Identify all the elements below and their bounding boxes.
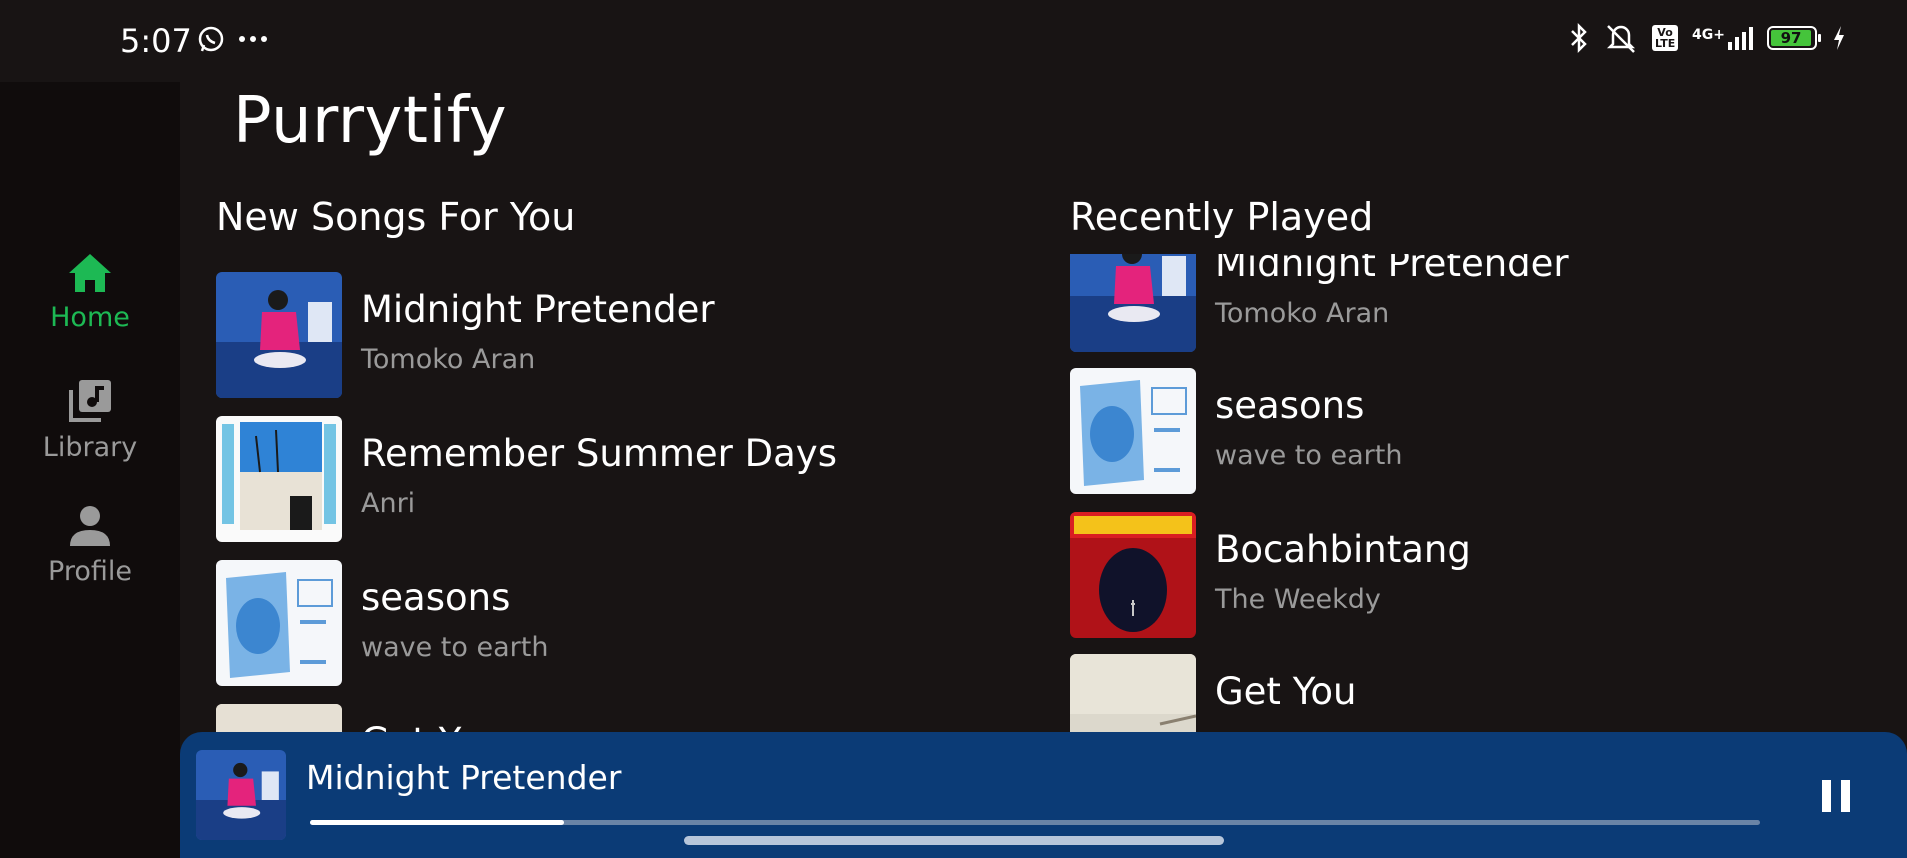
song-artist: Tomoko Aran <box>361 344 536 375</box>
sidebar-item-home[interactable]: Home <box>0 252 180 333</box>
song-title: Get You <box>361 720 502 732</box>
profile-icon <box>70 506 110 546</box>
album-cover <box>1070 368 1196 494</box>
sidebar-item-label: Library <box>42 432 138 463</box>
mute-bell-icon <box>1607 25 1636 53</box>
album-cover <box>1070 654 1196 732</box>
battery-level: 97 <box>1771 30 1811 47</box>
recently-played-title: Recently Played <box>1070 195 1374 239</box>
song-title: Bocahbintang <box>1215 528 1471 571</box>
player-song-title: Midnight Pretender <box>306 758 622 797</box>
battery-icon: 97 <box>1767 26 1821 50</box>
list-item[interactable]: seasons wave to earth <box>1070 368 1830 494</box>
status-time: 5:07 <box>120 22 192 60</box>
list-item[interactable]: Get You <box>216 704 976 732</box>
song-title: seasons <box>361 576 511 619</box>
progress-fill <box>310 820 564 825</box>
song-title: Midnight Pretender <box>1215 254 1569 285</box>
song-title: Midnight Pretender <box>361 288 715 331</box>
album-cover <box>216 416 342 542</box>
album-cover <box>216 704 342 732</box>
song-artist: wave to earth <box>1215 440 1403 471</box>
whatsapp-icon <box>198 26 224 52</box>
network-label: 4G+ <box>1692 26 1725 43</box>
song-title: Remember Summer Days <box>361 432 837 475</box>
album-cover <box>1070 512 1196 638</box>
signal-4g-icon: 4G+ <box>1692 26 1753 50</box>
list-item[interactable]: seasons wave to earth <box>216 560 976 686</box>
album-cover <box>1070 254 1196 352</box>
recently-played-list: Midnight Pretender Tomoko Aran seasons w… <box>1070 254 1830 732</box>
song-artist: Tomoko Aran <box>1215 298 1390 329</box>
album-cover <box>216 560 342 686</box>
sidebar-item-library[interactable]: Library <box>0 378 180 463</box>
player-album-cover <box>196 750 286 840</box>
app-title: Purrytify <box>233 84 508 158</box>
song-artist: Anri <box>361 488 416 519</box>
song-title: Get You <box>1215 670 1357 713</box>
new-songs-list: Midnight Pretender Tomoko Aran Remember … <box>216 272 976 732</box>
song-artist: wave to earth <box>361 632 549 663</box>
status-left-icons <box>196 24 268 54</box>
sidebar-nav: Home Library Profile <box>0 82 180 858</box>
song-title: seasons <box>1215 384 1365 427</box>
sidebar-item-profile[interactable]: Profile <box>0 504 180 587</box>
song-artist: The Weekdy <box>1215 584 1381 615</box>
new-songs-title: New Songs For You <box>216 195 576 239</box>
list-item[interactable]: Midnight Pretender Tomoko Aran <box>216 272 976 398</box>
charging-icon <box>1834 26 1844 50</box>
list-item[interactable]: Bocahbintang The Weekdy <box>1070 512 1830 638</box>
home-icon <box>69 254 111 292</box>
sidebar-item-label: Profile <box>48 556 132 587</box>
more-dots-icon <box>239 36 267 42</box>
list-item[interactable]: Remember Summer Days Anri <box>216 416 976 542</box>
album-cover <box>216 272 342 398</box>
pause-button[interactable] <box>1818 776 1858 816</box>
sidebar-item-label: Home <box>50 302 130 333</box>
progress-bar[interactable] <box>310 820 1760 825</box>
status-bar: 5:07 Vo LTE 4G+ 97 <box>0 0 1907 82</box>
list-item[interactable]: Get You <box>1070 654 1830 732</box>
status-right-icons: Vo LTE 4G+ 97 <box>1568 22 1847 54</box>
gesture-home-indicator[interactable] <box>684 836 1224 845</box>
library-icon <box>69 380 111 422</box>
list-item[interactable]: Midnight Pretender Tomoko Aran <box>1070 254 1830 352</box>
bluetooth-icon <box>1571 22 1587 54</box>
volte-icon: Vo LTE <box>1652 25 1679 51</box>
